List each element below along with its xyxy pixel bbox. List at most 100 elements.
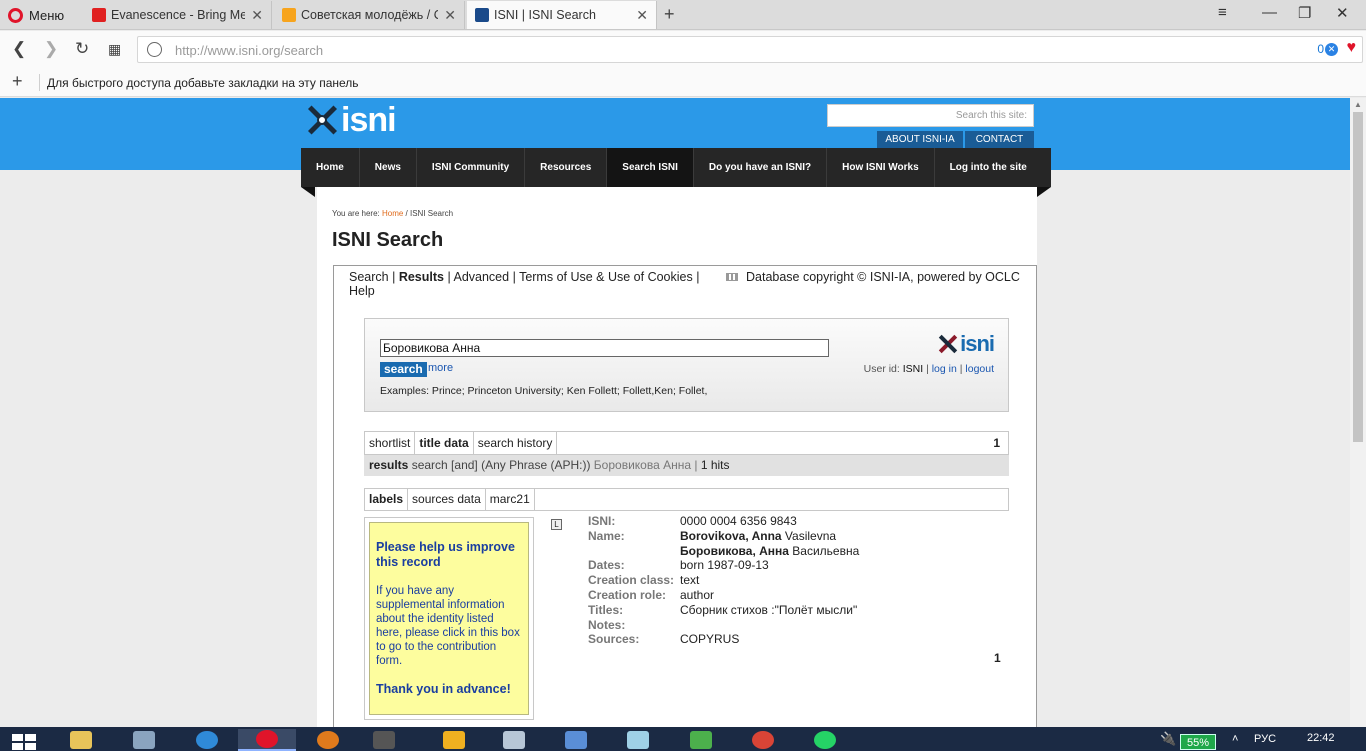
tab-evanescence[interactable]: Evanescence - Bring Me To Life ✕ xyxy=(84,1,272,29)
opera-icon xyxy=(256,730,278,748)
database-copyright: Database copyright © ISNI-IA, powered by… xyxy=(726,270,1020,284)
adblock-count: 0 xyxy=(1317,42,1324,56)
search-query-input[interactable]: Боровикова Анна xyxy=(380,339,829,357)
url-text[interactable]: http://www.isni.org/search xyxy=(175,43,323,58)
scroll-up-icon[interactable]: ▲ xyxy=(1354,100,1362,109)
record-view-tabs: labels sources data marc21 xyxy=(364,488,1009,511)
forward-icon[interactable]: ❯ xyxy=(44,39,58,59)
new-tab-button[interactable]: + xyxy=(664,4,675,25)
summary-separator: | xyxy=(694,458,698,472)
tab-shortlist[interactable]: shortlist xyxy=(365,432,416,454)
record-creation-class: text xyxy=(680,573,700,588)
tab-sources-data[interactable]: sources data xyxy=(408,489,486,510)
adblock-icon[interactable]: ✕ xyxy=(1325,43,1338,56)
nav-resources[interactable]: Resources xyxy=(525,148,608,187)
nav-home[interactable]: Home xyxy=(301,148,360,187)
taskbar-chrome[interactable] xyxy=(734,729,792,751)
record-label-name: Name: xyxy=(588,528,625,543)
language-indicator[interactable]: РУС xyxy=(1254,733,1276,745)
record-label-empty xyxy=(588,544,680,559)
reload-icon[interactable]: ↻ xyxy=(75,39,89,59)
help-link[interactable]: Help xyxy=(349,284,375,298)
taskbar-monitor[interactable] xyxy=(115,729,173,751)
page-title: ISNI Search xyxy=(332,229,444,251)
contact-button[interactable]: CONTACT xyxy=(965,131,1034,148)
nav-how-isni-works[interactable]: How ISNI Works xyxy=(827,148,935,187)
battery-indicator[interactable]: 55% xyxy=(1180,734,1216,750)
windows-start-icon[interactable] xyxy=(12,734,38,750)
isni-logo-icon xyxy=(305,104,339,136)
taskbar-calculator[interactable] xyxy=(485,729,543,751)
record-label-titles: Titles: xyxy=(588,602,624,617)
taskbar-ie[interactable] xyxy=(178,729,236,751)
help-improve-box[interactable]: Please help us improve this record If yo… xyxy=(364,517,534,720)
logout-link[interactable]: logout xyxy=(965,363,994,375)
scroll-thumb[interactable] xyxy=(1353,112,1363,442)
isni-record: ISNI: 0000 0004 6356 9843 Name: Borovikova… xyxy=(588,514,859,647)
nav-news[interactable]: News xyxy=(360,148,417,187)
isni-small-logo-icon xyxy=(938,334,958,354)
tab-isni-search[interactable]: ISNI | ISNI Search ✕ xyxy=(467,1,657,29)
nav-do-you-have-an-isni[interactable]: Do you have an ISNI? xyxy=(694,148,828,187)
results-label: results xyxy=(369,458,409,472)
record-label-dates: Dates: xyxy=(588,558,625,573)
taskbar-explorer[interactable] xyxy=(52,729,110,751)
tab-marc21[interactable]: marc21 xyxy=(486,489,535,510)
taskbar-notepad[interactable] xyxy=(609,729,667,751)
tab-title-data[interactable]: title data xyxy=(415,432,474,454)
page-scrollbar[interactable]: ▲ xyxy=(1350,98,1366,727)
tab-labels[interactable]: labels xyxy=(365,489,409,510)
taskbar-microphone[interactable] xyxy=(355,729,413,751)
search-button[interactable]: search xyxy=(380,362,427,377)
terms-link[interactable]: Terms of Use & Use of Cookies xyxy=(519,270,693,284)
address-bar[interactable]: http://www.isni.org/search 0 ✕ ♥ xyxy=(137,36,1363,63)
window-close-icon[interactable]: ✕ xyxy=(1336,4,1349,22)
breadcrumb-separator: / xyxy=(403,209,410,218)
breadcrumb-home-link[interactable]: Home xyxy=(382,209,403,218)
tab-odnoklassniki[interactable]: Советская молодёжь / Одноклассники ✕ xyxy=(274,1,465,29)
help-title: Please help us improve this record xyxy=(376,540,515,569)
more-link[interactable]: more xyxy=(428,362,453,374)
site-search-input[interactable]: Search this site: xyxy=(827,104,1034,127)
back-icon[interactable]: ❮ xyxy=(12,39,26,59)
advanced-link[interactable]: Advanced xyxy=(453,270,509,284)
add-bookmark-icon[interactable]: + xyxy=(12,71,23,92)
breadcrumb-prefix: You are here: xyxy=(332,209,382,218)
taskbar-whatsapp[interactable] xyxy=(796,729,854,751)
close-icon[interactable]: ✕ xyxy=(444,7,456,24)
nav-isni-community[interactable]: ISNI Community xyxy=(417,148,526,187)
heart-icon[interactable]: ♥ xyxy=(1347,39,1357,57)
clock[interactable]: 22:42 xyxy=(1307,732,1335,744)
user-id-label: User id: xyxy=(863,363,903,375)
close-icon[interactable]: ✕ xyxy=(636,7,648,24)
globe-icon xyxy=(147,42,162,57)
record-label-creation-class: Creation class: xyxy=(588,573,675,588)
taskbar-app7[interactable] xyxy=(425,729,483,751)
log-in-link[interactable]: log in xyxy=(932,363,957,375)
opera-menu-button[interactable]: Меню xyxy=(8,6,64,24)
record-titles: Сборник стихов :"Полёт мысли" xyxy=(680,602,858,617)
contribution-link[interactable]: Please help us improve this record If yo… xyxy=(369,522,529,715)
about-isni-ia-button[interactable]: ABOUT ISNI-IA xyxy=(877,131,963,148)
taskbar-opera[interactable] xyxy=(238,729,296,751)
nav-search-isni[interactable]: Search ISNI xyxy=(607,148,694,187)
restore-icon[interactable]: ❐ xyxy=(1298,4,1311,22)
search-index: (Any Phrase (APH:)) xyxy=(481,458,591,472)
taskbar-app5[interactable] xyxy=(299,729,357,751)
close-icon[interactable]: ✕ xyxy=(251,7,263,24)
tab-search-history[interactable]: search history xyxy=(474,432,558,454)
results-link[interactable]: Results xyxy=(399,270,444,284)
nav-log-into-the-site[interactable]: Log into the site xyxy=(935,148,1042,187)
content-area: You are here: Home / ISNI Search ISNI Se… xyxy=(317,187,1037,727)
minimize-icon[interactable]: — xyxy=(1262,4,1277,21)
taskbar-app10[interactable] xyxy=(672,729,730,751)
chevron-up-icon[interactable]: ˄ xyxy=(1232,733,1238,745)
tab-menu-icon[interactable]: ≡ xyxy=(1218,4,1227,21)
breadcrumb-current: ISNI Search xyxy=(409,209,454,218)
speed-dial-icon[interactable]: ▦ xyxy=(108,41,121,58)
record-shortlist-icon[interactable]: L xyxy=(551,519,562,530)
power-icon[interactable]: 🔌 xyxy=(1160,731,1176,747)
taskbar-wordpad[interactable] xyxy=(547,729,605,751)
search-link[interactable]: Search xyxy=(349,270,389,284)
isni-logo[interactable]: isni xyxy=(305,101,397,139)
